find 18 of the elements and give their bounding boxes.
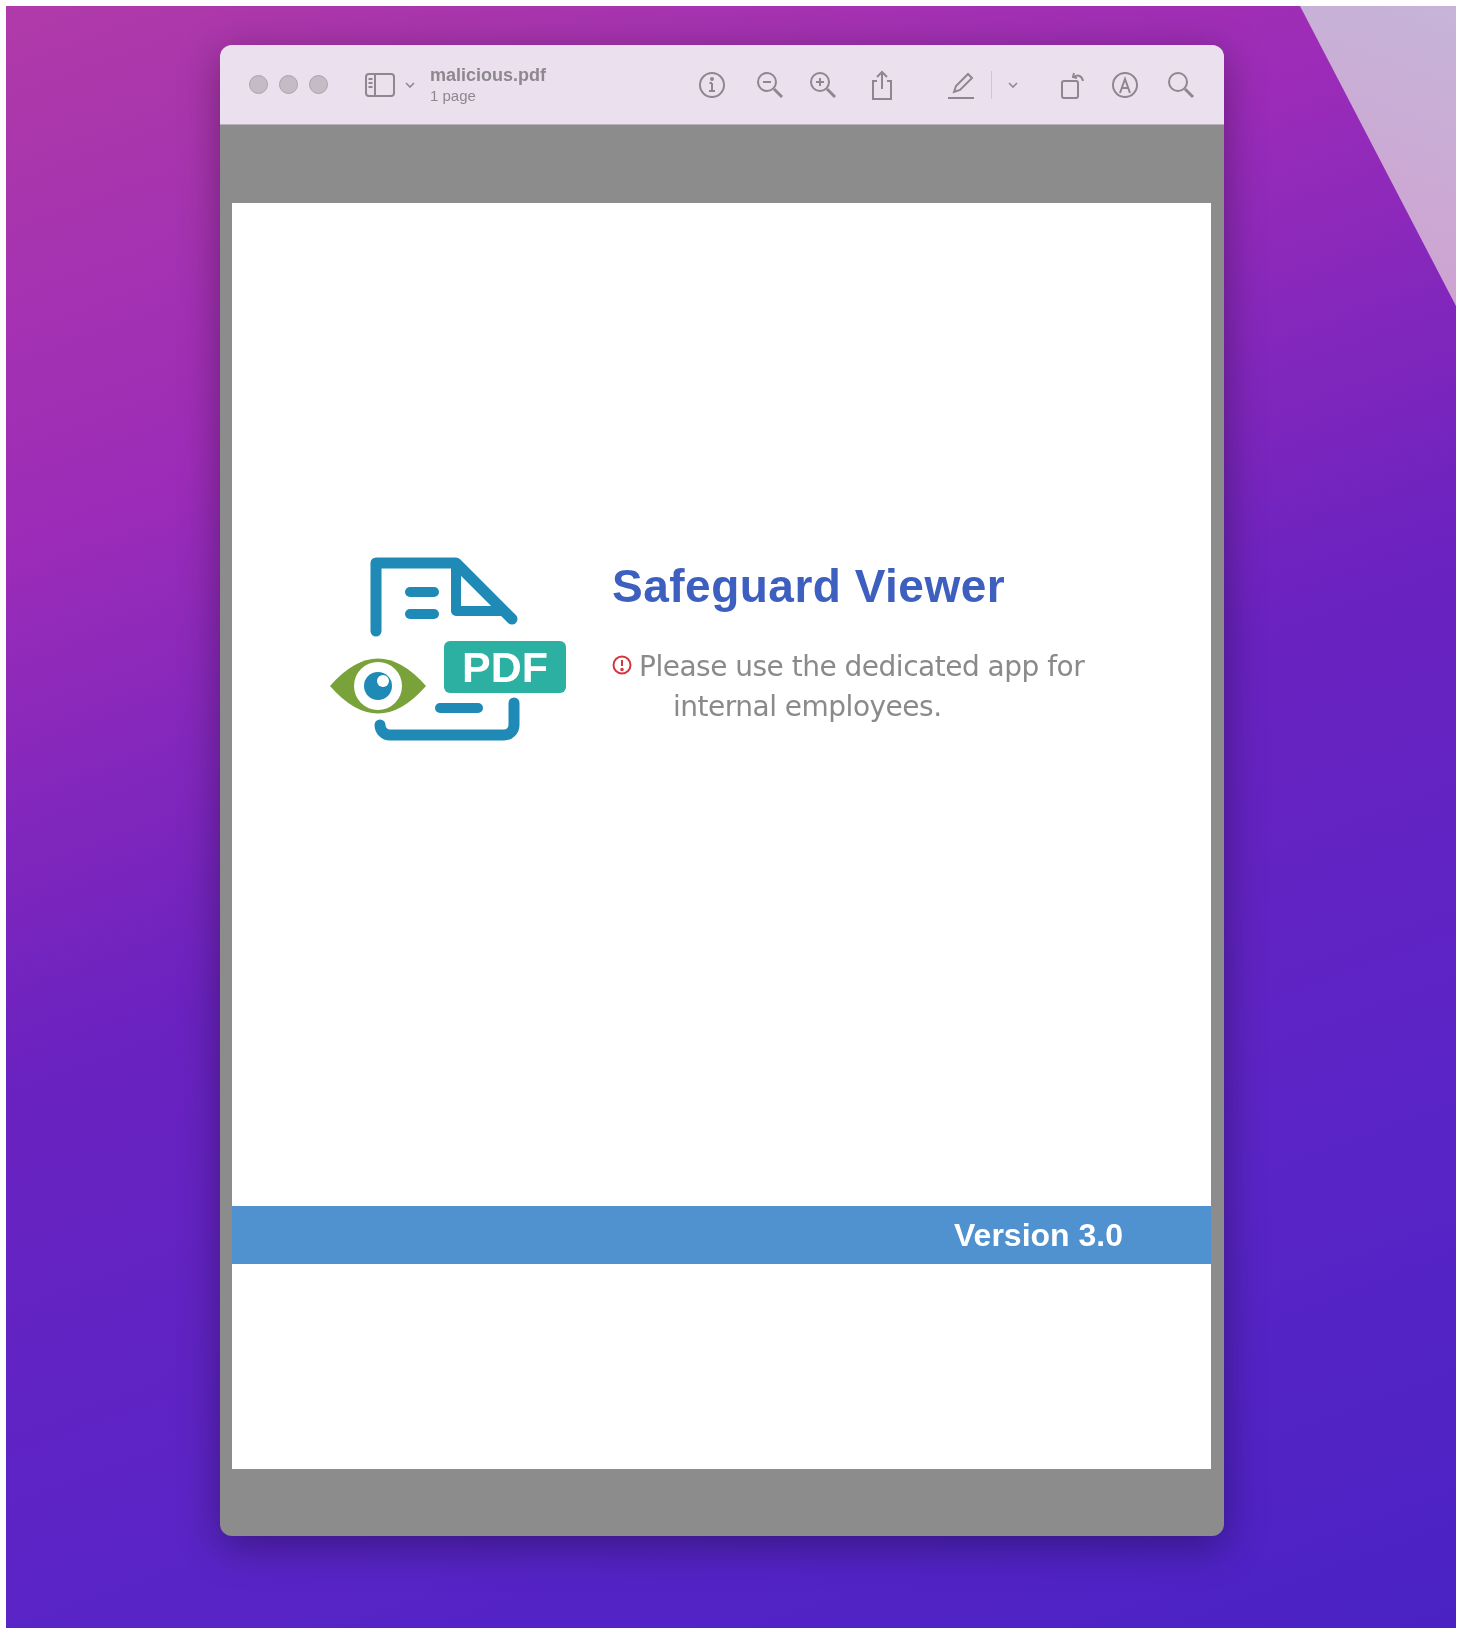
page-count: 1 page — [430, 88, 477, 103]
chevron-down-icon[interactable] — [1008, 81, 1018, 88]
markup-icon[interactable] — [1111, 70, 1139, 99]
zoom-in-icon[interactable] — [809, 70, 837, 99]
pdf-badge: PDF — [444, 641, 566, 693]
share-icon[interactable] — [870, 69, 894, 100]
minimize-button[interactable] — [279, 75, 298, 94]
info-icon[interactable] — [698, 70, 726, 99]
search-icon[interactable] — [1167, 70, 1195, 99]
sidebar-icon[interactable] — [365, 72, 395, 97]
zoom-out-icon[interactable] — [756, 70, 784, 99]
zoom-button[interactable] — [309, 75, 328, 94]
close-button[interactable] — [249, 75, 268, 94]
warning-icon — [612, 655, 632, 675]
version-label: Version 3.0 — [954, 1216, 1123, 1255]
window-title: malicious.pdf — [430, 66, 546, 84]
chevron-down-icon[interactable] — [405, 81, 415, 88]
notice-text: Please use the dedicated app for internal employees. — [639, 649, 1085, 725]
